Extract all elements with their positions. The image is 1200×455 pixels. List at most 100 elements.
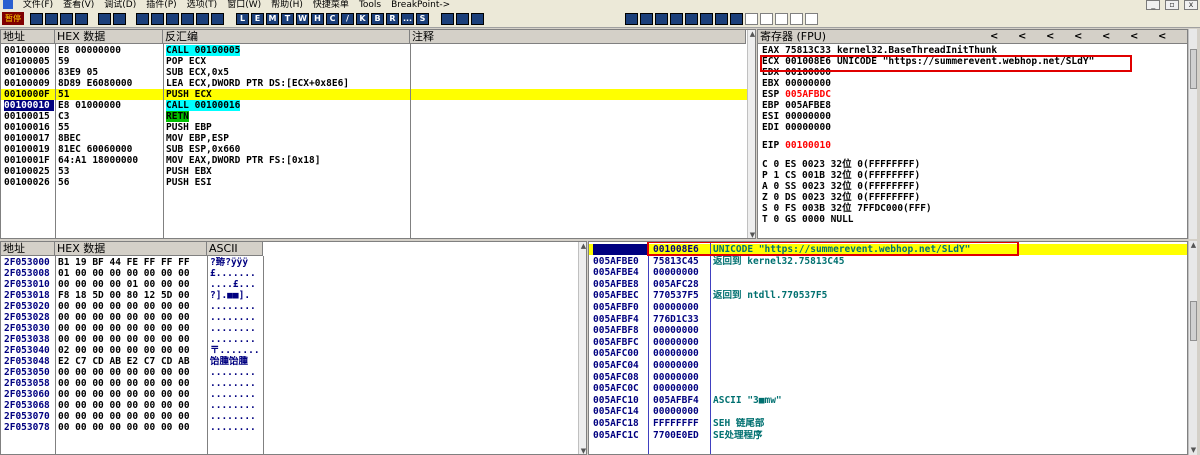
toolbar-window-button[interactable]: L [236, 13, 249, 25]
toolbar-plugin-icon[interactable] [625, 13, 638, 25]
register-row[interactable]: ESI 00000000 [762, 111, 837, 122]
col-header-disassembly[interactable]: 反汇编 [163, 30, 410, 44]
toolbar-blank-button[interactable] [790, 13, 803, 25]
stack-scroll-thumb[interactable] [1190, 301, 1197, 341]
toolbar-step-icon[interactable] [196, 13, 209, 25]
scroll-up-arrow-icon[interactable]: ▲ [748, 30, 755, 39]
register-nav-arrow[interactable]: < [1102, 30, 1110, 44]
menu-item[interactable]: 文件(F) [18, 0, 58, 10]
stack-row[interactable]: 005AFBE0 75813C45 返回到 kernel32.75813C45 [589, 256, 1187, 267]
disasm-row[interactable]: 00100010 E8 01000000 CALL 00100016 [1, 100, 747, 111]
toolbar-option-icon[interactable] [441, 13, 454, 25]
stack-row[interactable]: 005AFBFC 00000000 [589, 337, 1187, 348]
toolbar-control-icon[interactable] [60, 13, 73, 25]
toolbar-window-button[interactable]: ... [401, 13, 414, 25]
stack-scroll-up-arrow-icon[interactable]: ▲ [1189, 241, 1198, 250]
disasm-row[interactable]: 00100015 C3 RETN [1, 111, 747, 122]
dump-row[interactable]: 2F053038 00 00 00 00 00 00 00 00........ [1, 334, 578, 345]
register-nav-arrow[interactable]: < [1130, 30, 1138, 44]
register-row[interactable]: EBX 00000000 [762, 78, 837, 89]
register-nav-arrow[interactable]: < [1074, 30, 1082, 44]
dump-col-header-address[interactable]: 地址 [1, 242, 55, 256]
toolbar-blank-button[interactable] [775, 13, 788, 25]
flag-row[interactable]: S 0 FS 003B 32位 7FFDC000(FFF) [762, 203, 932, 214]
toolbar-plugin-icon[interactable] [655, 13, 668, 25]
register-value[interactable]: 005AFBE8 [785, 100, 831, 111]
toolbar-window-button[interactable]: K [356, 13, 369, 25]
toolbar-window-button[interactable]: W [296, 13, 309, 25]
disasm-row[interactable]: 00100016 55 PUSH EBP [1, 122, 747, 133]
dump-row[interactable]: 2F053000 B1 19 BF 44 FE FF FF FF ?臶?ÿÿÿ [1, 257, 578, 268]
disasm-row[interactable]: 00100019 81EC 60060000 SUB ESP,0x660 [1, 144, 747, 155]
stack-row[interactable]: 005AFBF4 776D1C33 [589, 314, 1187, 325]
toolbar-control-icon[interactable] [30, 13, 43, 25]
disasm-row[interactable]: 0010000F 51 PUSH ECX [1, 89, 747, 100]
dump-row[interactable]: 2F053028 00 00 00 00 00 00 00 00........ [1, 312, 578, 323]
flag-row[interactable]: C 0 ES 0023 32位 0(FFFFFFFF) [762, 159, 920, 170]
flag-row[interactable]: A 0 SS 0023 32位 0(FFFFFFFF) [762, 181, 920, 192]
memory-dump-pane[interactable]: 地址 HEX 数据 ASCII 2F053000 B1 19 BF 44 FE F… [0, 241, 587, 455]
menu-item[interactable]: BreakPoint-> [386, 0, 455, 10]
toolbar-window-button[interactable]: M [266, 13, 279, 25]
col-header-address[interactable]: 地址 [1, 30, 55, 44]
register-value[interactable]: 00000000 [785, 78, 831, 89]
menu-item[interactable]: 查看(V) [58, 0, 99, 10]
toolbar-step-icon[interactable] [211, 13, 224, 25]
toolbar-window-button[interactable]: B [371, 13, 384, 25]
disasm-row[interactable]: 00100009 8D89 E6080000 LEA ECX,DWORD PTR D… [1, 78, 747, 89]
toolbar-window-button[interactable]: S [416, 13, 429, 25]
dump-col-header-hex[interactable]: HEX 数据 [55, 242, 207, 256]
toolbar-window-button[interactable]: R [386, 13, 399, 25]
close-button[interactable]: x [1184, 0, 1198, 10]
stack-row[interactable]: 005AFC18 FFFFFFFF SEH 链尾部 [589, 418, 1187, 429]
disassembly-scrollbar[interactable]: ▲ ▼ [747, 30, 755, 238]
flag-row[interactable]: P 1 CS 001B 32位 0(FFFFFFFF) [762, 170, 920, 181]
dump-scrollbar[interactable]: ▲ ▼ [578, 242, 586, 454]
menu-item[interactable]: 快捷菜单 [308, 0, 354, 10]
toolbar-plugin-icon[interactable] [730, 13, 743, 25]
stack-scrollbar[interactable]: ▲ ▼ [1188, 241, 1197, 455]
menu-item[interactable]: Tools [354, 0, 386, 10]
toolbar-plugin-icon[interactable] [685, 13, 698, 25]
register-nav-arrow[interactable]: < [1158, 30, 1166, 44]
registers-scroll-thumb[interactable] [1190, 49, 1197, 89]
toolbar-step-icon[interactable] [151, 13, 164, 25]
toolbar-run-icon[interactable] [113, 13, 126, 25]
disasm-row[interactable]: 00100005 59 POP ECX [1, 56, 747, 67]
dump-row[interactable]: 2F053078 00 00 00 00 00 00 00 00........ [1, 422, 578, 433]
register-value[interactable]: 00000000 [785, 111, 831, 122]
stack-row[interactable]: 005AFC04 00000000 [589, 360, 1187, 371]
register-value[interactable]: 00000000 [785, 122, 831, 133]
dump-scroll-up-arrow-icon[interactable]: ▲ [579, 242, 586, 251]
register-row[interactable]: EIP 00100010 [762, 140, 837, 151]
toolbar-run-icon[interactable] [98, 13, 111, 25]
disasm-row[interactable]: 00100026 56 PUSH ESI [1, 177, 747, 188]
dump-row[interactable]: 2F053040 02 00 00 00 00 00 00 00 〒....... [1, 345, 578, 356]
toolbar-step-icon[interactable] [136, 13, 149, 25]
disasm-row[interactable]: 00100000 E8 00000000 CALL 00100005 [1, 45, 747, 56]
toolbar-window-button[interactable]: E [251, 13, 264, 25]
scroll-down-arrow-icon[interactable]: ▼ [748, 231, 755, 238]
dump-row[interactable]: 2F053020 00 00 00 00 00 00 00 00........ [1, 301, 578, 312]
toolbar-step-icon[interactable] [181, 13, 194, 25]
dump-row[interactable]: 2F053030 00 00 00 00 00 00 00 00........ [1, 323, 578, 334]
dump-row[interactable]: 2F053070 00 00 00 00 00 00 00 00........ [1, 411, 578, 422]
disassembly-pane[interactable]: 地址 HEX 数据 反汇编 注释 00100000 E8 00000000 CALL… [0, 29, 756, 239]
stack-scroll-down-arrow-icon[interactable]: ▼ [1189, 446, 1198, 455]
stack-row[interactable]: 005AFC00 00000000 [589, 348, 1187, 359]
menu-item[interactable]: 调试(D) [99, 0, 141, 10]
toolbar-control-icon[interactable] [45, 13, 58, 25]
stack-pane[interactable]: 005AFBDC 001008E6 UNICODE "https://summere… [588, 241, 1188, 455]
dump-col-header-ascii[interactable]: ASCII [207, 242, 263, 256]
register-row[interactable]: ESP 005AFBDC [762, 89, 837, 100]
register-value[interactable]: 00100010 [785, 140, 831, 151]
menu-item[interactable]: 选项(T) [182, 0, 223, 10]
toolbar-plugin-icon[interactable] [670, 13, 683, 25]
disasm-row[interactable]: 00100006 83E9 05 SUB ECX,0x5 [1, 67, 747, 78]
toolbar-control-icon[interactable] [75, 13, 88, 25]
minimize-button[interactable]: _ [1146, 0, 1161, 10]
register-row[interactable]: EDI 00000000 [762, 122, 837, 133]
disasm-row[interactable]: 00100025 53 PUSH EBX [1, 166, 747, 177]
stack-row[interactable]: 005AFC08 00000000 [589, 372, 1187, 383]
flag-row[interactable]: Z 0 DS 0023 32位 0(FFFFFFFF) [762, 192, 920, 203]
